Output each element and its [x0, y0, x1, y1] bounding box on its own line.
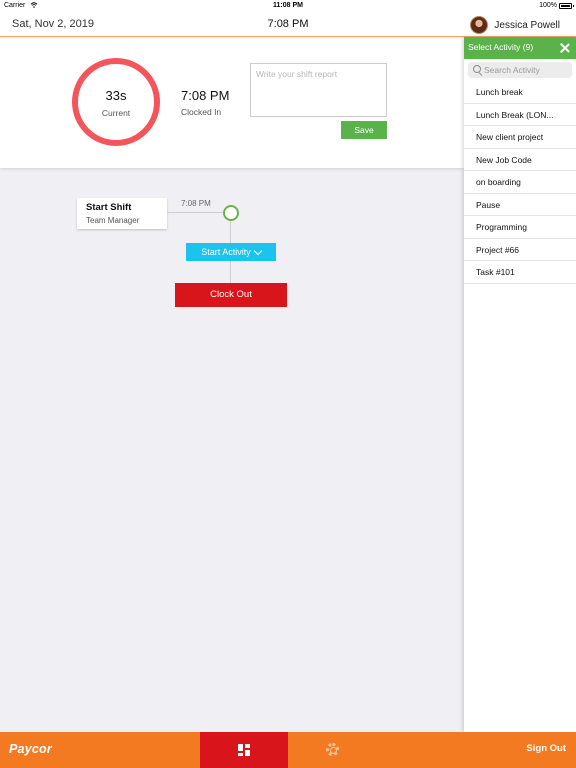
- bottom-tab-bar: Paycor Sign Out: [0, 732, 576, 768]
- shift-title: Start Shift: [86, 202, 132, 213]
- timeline-connector: [230, 261, 231, 283]
- panel-title: Select Activity (9): [468, 42, 534, 52]
- list-item[interactable]: Programming: [464, 216, 576, 239]
- battery-icon: [559, 3, 574, 9]
- activity-list: Lunch break Lunch Break (LON... New clie…: [464, 81, 576, 284]
- search-input[interactable]: [484, 62, 570, 78]
- list-item[interactable]: New client project: [464, 126, 576, 149]
- system-clock: 11:08 PM: [273, 2, 303, 9]
- sign-out-button[interactable]: Sign Out: [526, 743, 566, 754]
- shift-role: Team Manager: [86, 216, 140, 225]
- tab-dashboard[interactable]: [200, 732, 288, 768]
- paycor-logo: Paycor: [9, 742, 52, 756]
- elapsed-timer-ring: 33s Current: [72, 58, 160, 146]
- list-item[interactable]: Project #66: [464, 239, 576, 261]
- select-activity-panel: Select Activity (9) Lunch break Lunch Br…: [464, 37, 576, 732]
- list-item[interactable]: Lunch Break (LON...: [464, 104, 576, 126]
- timeline-connector: [230, 221, 231, 243]
- shift-summary-card: 33s Current 7:08 PM Clocked In Save: [0, 38, 464, 168]
- list-item[interactable]: Pause: [464, 194, 576, 216]
- list-item[interactable]: Task #101: [464, 261, 576, 284]
- start-activity-label: Start Activity: [201, 247, 251, 257]
- clocked-in-time: 7:08 PM: [181, 88, 230, 103]
- timeline-connector: [167, 212, 223, 213]
- search-icon: [473, 65, 481, 73]
- user-profile[interactable]: Jessica Powell: [470, 15, 560, 35]
- status-bar: Carrier 11:08 PM 100%: [0, 0, 576, 13]
- gear-icon: [326, 743, 339, 756]
- save-button[interactable]: Save: [341, 121, 387, 139]
- user-name: Jessica Powell: [494, 19, 560, 31]
- elapsed-value: 33s: [105, 88, 127, 103]
- tab-settings[interactable]: [288, 732, 376, 768]
- shift-report-input[interactable]: [250, 63, 387, 117]
- clocked-in-label: Clocked In: [181, 107, 222, 117]
- shift-start-time: 7:08 PM: [181, 199, 211, 208]
- clock-out-button[interactable]: Clock Out: [175, 283, 287, 307]
- dashboard-icon: [238, 744, 250, 756]
- close-icon[interactable]: [558, 41, 572, 55]
- list-item[interactable]: New Job Code: [464, 149, 576, 171]
- search-box[interactable]: [468, 62, 572, 78]
- timeline-node-icon: [223, 205, 239, 221]
- list-item[interactable]: on boarding: [464, 171, 576, 194]
- chevron-down-icon: [253, 246, 262, 255]
- start-shift-card: Start Shift Team Manager: [77, 198, 167, 229]
- top-nav: Sat, Nov 2, 2019 7:08 PM Jessica Powell: [0, 13, 576, 37]
- battery-percent: 100%: [539, 2, 557, 9]
- elapsed-label: Current: [101, 108, 131, 118]
- panel-header: Select Activity (9): [464, 37, 576, 59]
- list-item[interactable]: Lunch break: [464, 81, 576, 104]
- avatar[interactable]: [470, 16, 489, 34]
- start-activity-button[interactable]: Start Activity: [186, 243, 276, 261]
